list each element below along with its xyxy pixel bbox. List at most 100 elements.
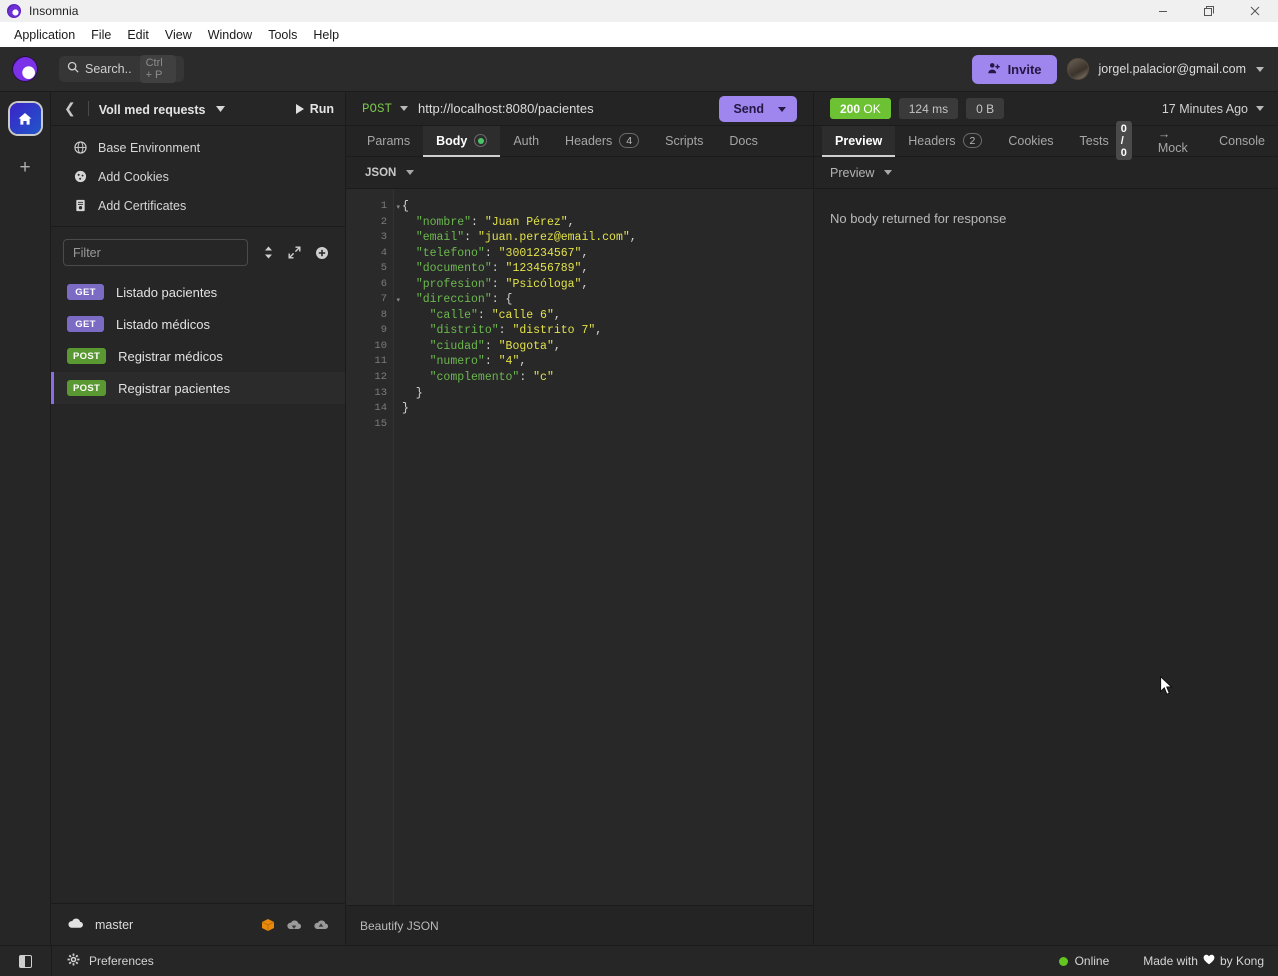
url-bar: POST http://localhost:8080/pacientes Sen… (346, 92, 813, 126)
tab-mock[interactable]: → Mock (1145, 126, 1206, 157)
line-number: 1 ▾ (346, 199, 400, 215)
tab-console[interactable]: Console (1206, 126, 1278, 157)
response-time[interactable]: 124 ms (898, 98, 959, 119)
package-icon[interactable] (261, 918, 275, 932)
code-token: , (581, 277, 589, 291)
menu-item-application[interactable]: Application (6, 26, 83, 44)
body-type-label[interactable]: JSON (365, 167, 396, 179)
chevron-down-icon[interactable] (1256, 66, 1264, 72)
user-email[interactable]: jorgel.palacior@gmail.com (1099, 62, 1246, 76)
tab-response-headers[interactable]: Headers 2 (895, 126, 995, 157)
toggle-panel-icon[interactable] (0, 954, 51, 968)
plus-circle-icon[interactable] (315, 246, 329, 260)
body-type-bar: JSON (346, 157, 813, 189)
menu-item-file[interactable]: File (83, 26, 119, 44)
tab-scripts[interactable]: Scripts (652, 126, 716, 157)
filter-input[interactable] (63, 239, 248, 266)
cloud-upload-icon[interactable] (313, 919, 329, 931)
response-body: No body returned for response (814, 189, 1278, 945)
tab-headers[interactable]: Headers 4 (552, 126, 652, 157)
tab-auth[interactable]: Auth (500, 126, 552, 157)
code-line: "nombre": "Juan Pérez", (402, 215, 813, 231)
invite-button[interactable]: Invite (971, 54, 1057, 84)
chevron-down-icon[interactable] (400, 106, 409, 111)
menu-item-window[interactable]: Window (200, 26, 260, 44)
cloud-download-icon[interactable] (286, 919, 302, 931)
sort-icon[interactable] (263, 246, 274, 259)
cookie-icon (73, 170, 87, 184)
code-token: "juan.perez@email.com" (477, 231, 630, 245)
body-editor[interactable]: 1 ▾ 2 3 4 5 6 7 ▾ 8 9 10 11 12 13 14 15 { "nombre": "Jua… (346, 189, 813, 905)
list-item[interactable]: POST Registrar médicos (51, 340, 345, 372)
code-token: "3001234567" (498, 246, 582, 260)
code-token: , (581, 246, 589, 260)
fold-chevron-down-icon[interactable]: ▾ (396, 201, 400, 217)
menu-item-view[interactable]: View (157, 26, 200, 44)
send-button[interactable]: Send (719, 96, 797, 122)
code-token: { (402, 200, 409, 213)
tab-cookies[interactable]: Cookies (995, 126, 1066, 157)
list-item[interactable]: GET Listado pacientes (51, 276, 345, 308)
close-icon[interactable] (1232, 0, 1278, 22)
menu-bar: Application File Edit View Window Tools … (0, 22, 1278, 47)
list-item[interactable]: GET Listado médicos (51, 308, 345, 340)
code-token: : (484, 246, 499, 260)
response-view-mode[interactable]: Preview (830, 166, 874, 180)
menu-item-tools[interactable]: Tools (260, 26, 305, 44)
editor-footer: Beautify JSON (346, 905, 813, 945)
avatar[interactable] (1066, 58, 1089, 80)
tab-preview[interactable]: Preview (822, 126, 896, 157)
code-token: { (505, 293, 513, 307)
sidebar-item-add-cookies[interactable]: Add Cookies (51, 162, 345, 191)
run-collection-button[interactable]: Run (295, 102, 334, 116)
git-branch-label[interactable]: master (95, 918, 133, 932)
sidebar-item-base-environment[interactable]: Base Environment (51, 133, 345, 162)
send-dropdown-chevron-down-icon[interactable] (775, 96, 797, 122)
tab-tests[interactable]: Tests 0 / 0 (1067, 121, 1145, 160)
response-history-dropdown[interactable]: 17 Minutes Ago (1162, 102, 1264, 116)
beautify-json-button[interactable]: Beautify JSON (360, 919, 439, 933)
menu-item-edit[interactable]: Edit (119, 26, 157, 44)
tab-params[interactable]: Params (354, 126, 423, 157)
maximize-icon[interactable] (1186, 0, 1232, 22)
sidebar-filter-row (51, 227, 345, 276)
url-input[interactable]: http://localhost:8080/pacientes (418, 101, 594, 116)
fold-chevron-down-icon[interactable]: ▾ (396, 294, 400, 310)
response-pane: 200 OK 124 ms 0 B 17 Minutes Ago Preview… (814, 92, 1278, 945)
code-token: "nombre" (415, 215, 472, 229)
chevron-down-icon[interactable] (884, 170, 893, 175)
tab-docs[interactable]: Docs (716, 126, 770, 157)
status-badge[interactable]: 200 OK (830, 98, 891, 119)
window-title: Insomnia (29, 4, 79, 18)
editor-code[interactable]: { "nombre": "Juan Pérez", "email": "juan… (393, 189, 813, 905)
code-token: "Psicóloga" (505, 277, 582, 291)
menu-item-help[interactable]: Help (305, 26, 347, 44)
line-number: 13 (374, 386, 387, 399)
code-token: "c" (533, 371, 554, 385)
expand-icon[interactable] (288, 246, 301, 259)
chevron-left-icon[interactable]: ❮ (62, 100, 78, 117)
minimize-icon[interactable] (1140, 0, 1186, 22)
home-icon[interactable] (9, 103, 41, 134)
list-item-active[interactable]: POST Registrar pacientes (51, 372, 345, 404)
response-empty-message: No body returned for response (830, 211, 1007, 226)
tab-body[interactable]: Body (423, 126, 501, 157)
request-method[interactable]: POST (362, 102, 392, 116)
search-input[interactable]: Search.. Ctrl + P (59, 55, 184, 83)
tab-label: Docs (729, 133, 758, 148)
code-token: "4" (498, 355, 520, 369)
response-size[interactable]: 0 B (966, 98, 1005, 119)
preferences-button[interactable]: Preferences (51, 945, 154, 976)
sidebar-links: Base Environment Add Cookies Add Certifi… (51, 126, 345, 227)
sidebar-item-add-certificates[interactable]: Add Certificates (51, 191, 345, 220)
request-name: Listado médicos (116, 316, 210, 332)
plus-icon[interactable]: + (19, 158, 30, 177)
collection-title[interactable]: Voll med requests (99, 101, 225, 117)
code-token: : (484, 339, 499, 353)
chevron-down-icon[interactable] (406, 170, 415, 175)
app-header: Search.. Ctrl + P Invite jorgel.palacior… (0, 47, 1278, 92)
